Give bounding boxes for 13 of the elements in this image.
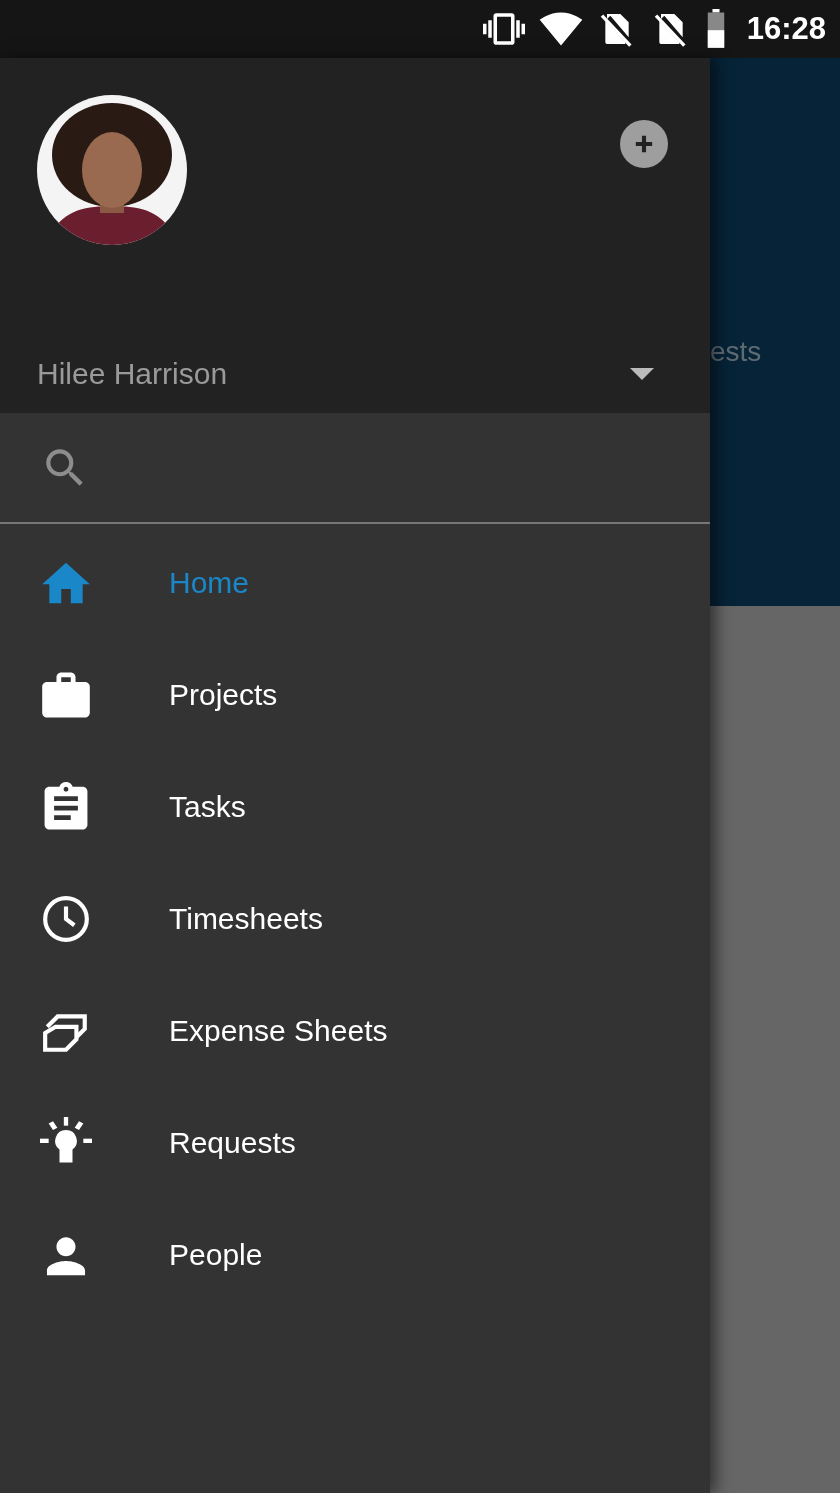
add-account-button[interactable]	[620, 120, 668, 168]
page-title: ests	[710, 336, 762, 367]
clock-time: 16:28	[746, 11, 826, 47]
clock-icon	[40, 894, 91, 944]
account-name: Hilee Harrison	[37, 357, 228, 391]
dropdown-caret-icon[interactable]	[630, 368, 654, 380]
menu-item[interactable]: Timesheets	[0, 863, 710, 975]
menu-item[interactable]: Requests	[0, 1087, 710, 1199]
menu-item[interactable]: Tasks	[0, 751, 710, 863]
briefcase-icon	[40, 670, 91, 720]
menu-item[interactable]: Projects	[0, 639, 710, 751]
menu-item[interactable]: Expense Sheets	[0, 975, 710, 1087]
menu-item[interactable]: People	[0, 1199, 710, 1311]
